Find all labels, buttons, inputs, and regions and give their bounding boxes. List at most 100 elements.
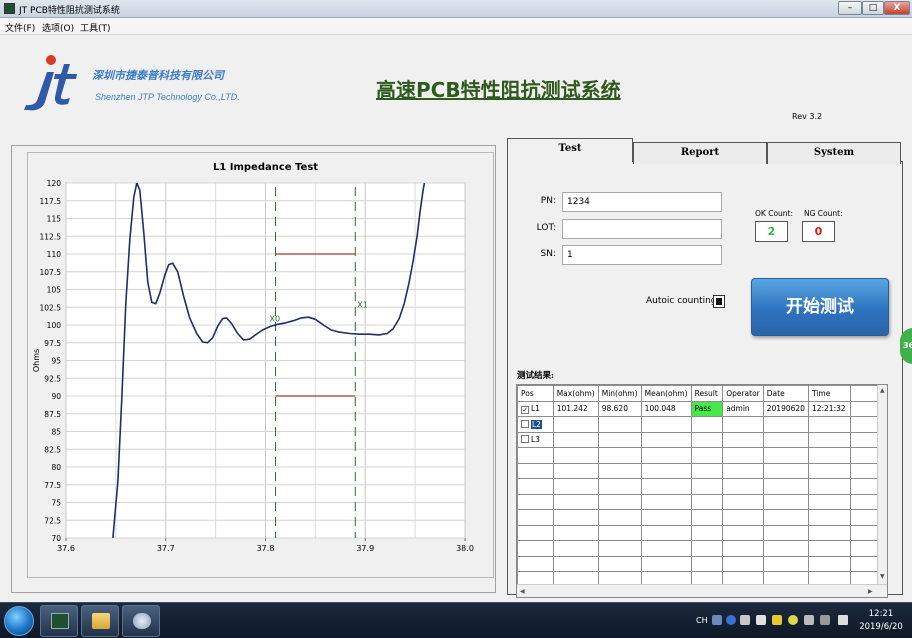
scroll-down-icon[interactable]: ▼ — [880, 573, 885, 580]
operator-cell[interactable] — [722, 447, 764, 464]
time-cell[interactable] — [807, 493, 851, 510]
floating-badge[interactable]: 36 — [900, 328, 912, 364]
date-cell[interactable] — [762, 509, 809, 526]
row-checkbox[interactable] — [521, 419, 529, 428]
minimize-button[interactable]: – — [838, 1, 862, 15]
scroll-left-icon[interactable]: ◀ — [520, 588, 525, 595]
time-cell[interactable]: 12:21:32 — [807, 400, 851, 417]
operator-cell[interactable] — [722, 416, 764, 433]
table-row[interactable]: L2 — [517, 416, 887, 433]
min-cell[interactable] — [597, 555, 642, 572]
operator-cell[interactable] — [722, 462, 764, 479]
pos-cell[interactable]: ✓ L1 — [517, 400, 554, 417]
tab-test[interactable]: Test — [507, 138, 633, 162]
max-cell[interactable] — [552, 540, 599, 557]
date-cell[interactable] — [762, 431, 809, 448]
tray-network-icon[interactable] — [756, 615, 766, 625]
col-header[interactable]: Result — [690, 385, 724, 402]
min-cell[interactable] — [597, 462, 642, 479]
results-grid[interactable]: Pos Max(ohm) Min(ohm) Mean(ohm) Result O… — [516, 384, 888, 598]
result-cell[interactable] — [690, 447, 724, 464]
operator-cell[interactable] — [722, 478, 764, 495]
row-checkbox[interactable]: ✓ — [521, 405, 529, 414]
max-cell[interactable] — [552, 493, 599, 510]
menu-file[interactable]: 文件(F) — [5, 21, 35, 34]
pos-cell[interactable] — [517, 462, 554, 479]
operator-cell[interactable] — [722, 524, 764, 541]
operator-cell[interactable] — [722, 555, 764, 572]
time-cell[interactable] — [807, 431, 851, 448]
start-button[interactable] — [4, 606, 34, 636]
maximize-button[interactable]: □ — [862, 1, 884, 15]
operator-cell[interactable] — [722, 509, 764, 526]
pos-cell[interactable]: L3 — [517, 431, 554, 448]
min-cell[interactable] — [597, 431, 642, 448]
min-cell[interactable] — [597, 524, 642, 541]
min-cell[interactable] — [597, 493, 642, 510]
scroll-right-icon[interactable]: ▶ — [868, 588, 873, 595]
result-cell[interactable] — [690, 524, 724, 541]
operator-cell[interactable] — [722, 431, 764, 448]
row-checkbox[interactable] — [521, 435, 529, 444]
result-cell[interactable] — [690, 509, 724, 526]
operator-cell[interactable]: admin — [722, 400, 764, 417]
time-cell[interactable] — [807, 416, 851, 433]
mean-cell[interactable] — [640, 540, 692, 557]
max-cell[interactable] — [552, 555, 599, 572]
tray-printer-icon[interactable] — [820, 615, 830, 625]
table-row[interactable] — [517, 540, 887, 557]
col-header[interactable]: Pos — [517, 385, 554, 402]
max-cell[interactable]: 101.242 — [552, 400, 599, 417]
table-row[interactable] — [517, 524, 887, 541]
result-cell[interactable] — [690, 540, 724, 557]
lot-input[interactable] — [562, 219, 722, 239]
grid-horizontal-scrollbar[interactable]: ◀ ▶ — [517, 584, 887, 597]
taskbar-clock[interactable]: 12:21 2019/6/20 — [856, 608, 906, 634]
col-header[interactable]: Time — [807, 385, 851, 402]
col-header[interactable]: Operator — [722, 385, 764, 402]
result-cell[interactable] — [690, 493, 724, 510]
tray-keyboard-icon[interactable] — [712, 615, 722, 625]
table-row[interactable]: ✓ L1 101.242 98.620 100.048 Pass admin 20190620… — [517, 400, 887, 417]
pn-input[interactable]: 1234 — [562, 192, 722, 212]
max-cell[interactable] — [552, 447, 599, 464]
taskbar-media[interactable] — [122, 605, 160, 637]
table-row[interactable] — [517, 447, 887, 464]
result-cell[interactable] — [690, 462, 724, 479]
mean-cell[interactable]: 100.048 — [640, 400, 692, 417]
col-header[interactable]: Mean(ohm) — [640, 385, 692, 402]
date-cell[interactable]: 20190620 — [762, 400, 809, 417]
min-cell[interactable] — [597, 416, 642, 433]
time-cell[interactable] — [807, 462, 851, 479]
tray-app-icon[interactable] — [740, 615, 750, 625]
date-cell[interactable] — [762, 478, 809, 495]
col-header[interactable]: Max(ohm) — [552, 385, 599, 402]
mean-cell[interactable] — [640, 431, 692, 448]
min-cell[interactable] — [597, 447, 642, 464]
date-cell[interactable] — [762, 416, 809, 433]
min-cell[interactable] — [597, 540, 642, 557]
mean-cell[interactable] — [640, 493, 692, 510]
tray-device-icon[interactable] — [804, 615, 814, 625]
min-cell[interactable] — [597, 478, 642, 495]
max-cell[interactable] — [552, 416, 599, 433]
auto-counting-checkbox[interactable] — [713, 295, 725, 308]
result-cell[interactable] — [690, 431, 724, 448]
date-cell[interactable] — [762, 540, 809, 557]
table-row[interactable] — [517, 478, 887, 495]
max-cell[interactable] — [552, 478, 599, 495]
grid-vertical-scrollbar[interactable]: ▲ ▼ — [877, 385, 887, 585]
result-cell[interactable] — [690, 555, 724, 572]
tray-alert-icon[interactable] — [772, 615, 782, 625]
mean-cell[interactable] — [640, 509, 692, 526]
result-cell[interactable]: Pass — [690, 400, 724, 417]
result-cell[interactable] — [690, 416, 724, 433]
time-cell[interactable] — [807, 540, 851, 557]
mean-cell[interactable] — [640, 555, 692, 572]
max-cell[interactable] — [552, 509, 599, 526]
mean-cell[interactable] — [640, 524, 692, 541]
tab-report[interactable]: Report — [633, 142, 767, 164]
mean-cell[interactable] — [640, 478, 692, 495]
result-cell[interactable] — [690, 478, 724, 495]
tab-system[interactable]: System — [767, 142, 901, 164]
